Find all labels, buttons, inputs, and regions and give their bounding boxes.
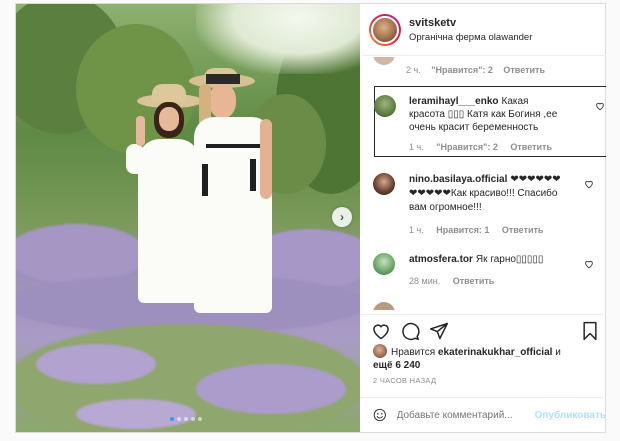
comment-meta: 1 ч. Нравится: 1 Ответить [409,225,553,235]
carousel-dot [191,417,195,421]
comment-bubble-icon[interactable] [400,321,420,341]
comment-item: atmosfera.tor Як гарно▯▯▯▯▯ 28 мин. Ответ… [361,245,606,295]
carousel-dots [170,417,202,421]
carousel-dot [184,417,188,421]
comment-item: nino.basilaya.official ❤❤❤❤❤❤❤❤❤❤❤Как кра… [361,165,606,245]
comment-username[interactable]: nino.basilaya.official [409,174,507,185]
add-comment-bar: Опубликовать [361,397,606,432]
like-comment-heart-icon[interactable] [584,259,594,269]
like-comment-heart-icon[interactable] [584,179,594,189]
sky-light [196,4,360,74]
reply-button[interactable]: Ответить [510,142,552,152]
comment-likes[interactable]: "Нравится": 2 [431,65,493,75]
instagram-post: › svitsketv Органічна ферма olawander 2 … [15,3,606,433]
comment-time: 2 ч. [406,65,421,75]
comment-meta: 28 мин. Ответить [409,276,504,286]
comment-avatar[interactable] [373,173,395,195]
like-heart-icon[interactable] [371,321,391,341]
carousel-dot [198,417,202,421]
author-avatar[interactable] [369,13,401,46]
comment-time: 1 ч. [409,142,424,152]
reply-button[interactable]: Ответить [503,65,545,75]
carousel-dot [170,417,174,421]
action-bar [361,314,606,346]
comment-avatar[interactable] [373,302,395,310]
comment-username[interactable]: leramihayl___enko [409,96,499,107]
lavender-patch [196,364,346,414]
comment-meta: 1 ч. "Нравится": 2 Ответить [409,142,562,152]
author-username[interactable]: svitsketv [409,17,532,29]
post-photo[interactable]: › [16,4,360,432]
carousel-dot [177,417,181,421]
carousel-next-button[interactable]: › [332,207,352,227]
post-location[interactable]: Органічна ферма olawander [409,32,532,43]
comment-text: atmosfera.tor Як гарно▯▯▯▯▯ [409,254,544,265]
post-sidebar: svitsketv Органічна ферма olawander 2 ч.… [361,4,606,432]
comment-username[interactable]: atmosfera.tor [409,254,473,265]
comment-avatar[interactable] [373,57,395,65]
save-bookmark-icon[interactable] [580,321,600,341]
lavender-patch [36,344,156,384]
comment-likes[interactable]: Нравится: 1 [436,225,489,235]
lavender-patch [76,399,196,429]
likes-summary: Нравится ekaterinakukhar_official и ещё … [373,344,598,372]
post-header: svitsketv Органічна ферма olawander [361,4,606,56]
reply-button[interactable]: Ответить [453,276,495,286]
comment-avatar[interactable] [373,253,395,275]
emoji-icon[interactable] [373,406,387,424]
liker-avatar[interactable] [373,344,387,358]
like-comment-heart-icon[interactable] [595,101,605,111]
comment-text: leramihayl___enko Какая красота ▯▯▯ Катя … [409,96,558,133]
comment-avatar[interactable] [374,95,396,117]
reply-button[interactable]: Ответить [502,225,544,235]
comment-input[interactable] [396,409,529,421]
comment-likes[interactable]: "Нравится": 2 [436,142,498,152]
post-timestamp[interactable]: 2 ЧАСОВ НАЗАД [373,376,436,385]
comment-time: 28 мин. [409,276,441,286]
comment-time: 1 ч. [409,225,424,235]
comment-meta: 2 ч. "Нравится": 2 Ответить [406,65,545,75]
comment-text: nino.basilaya.official ❤❤❤❤❤❤❤❤❤❤❤Как кра… [409,174,561,213]
comment-item: leramihayl___enko Какая красота ▯▯▯ Катя … [374,86,606,157]
share-send-icon[interactable] [429,321,449,341]
publish-button[interactable]: Опубликовать [535,410,606,421]
liker-username[interactable]: ekaterinakukhar_official [438,347,553,358]
comments-list[interactable]: 2 ч. "Нравится": 2 Ответить leramihayl__… [361,57,606,310]
likes-others-link[interactable]: ещё 6 240 [373,360,420,371]
